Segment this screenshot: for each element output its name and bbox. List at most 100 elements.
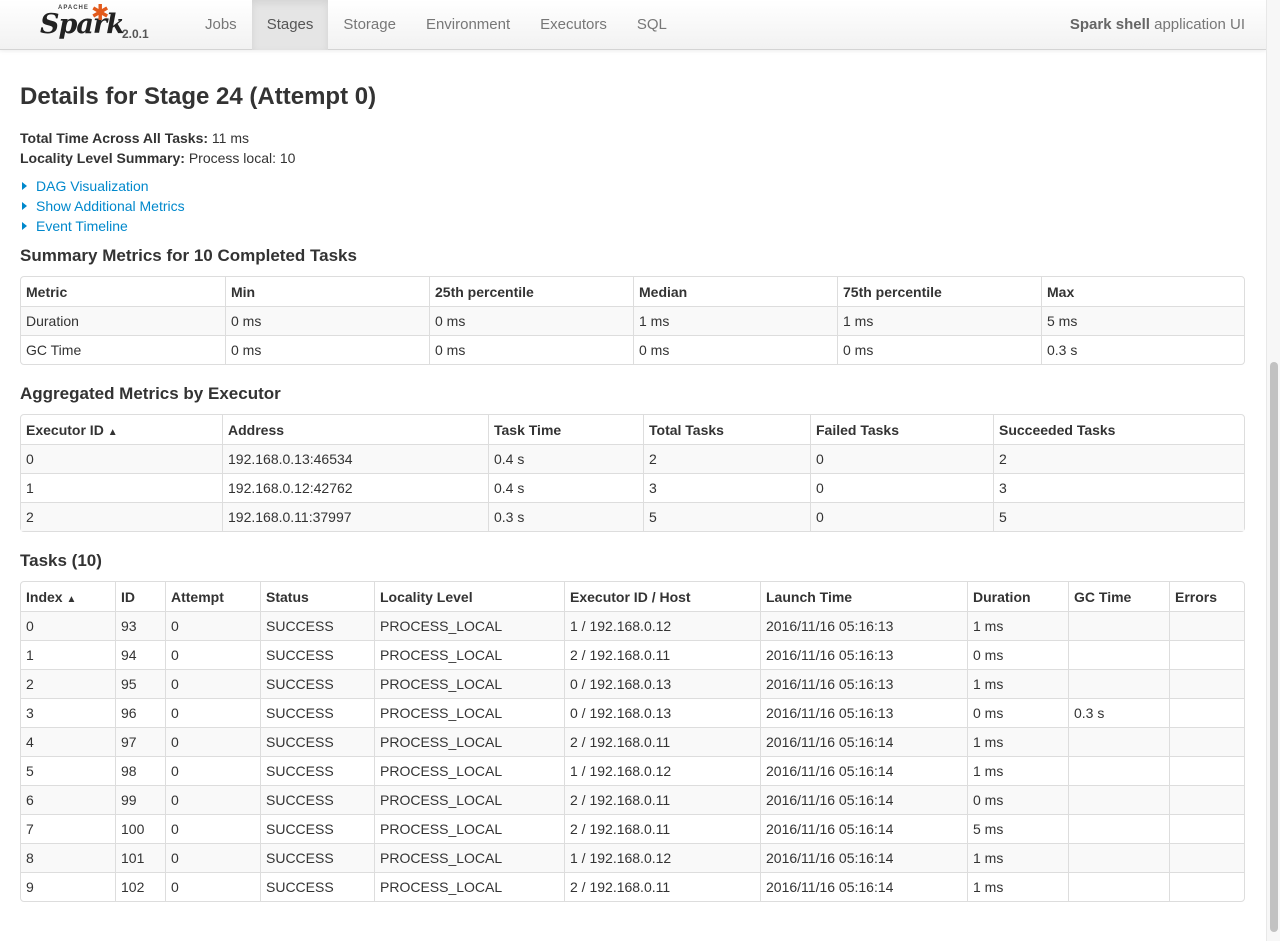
cell-locality-level: PROCESS_LOCAL [374,756,564,785]
column-header-executor-id-host[interactable]: Executor ID / Host [564,582,760,611]
column-header-label: Succeeded Tasks [999,421,1116,438]
cell-id: 94 [115,640,165,669]
cell-75th-percentile: 0 ms [837,335,1041,364]
column-header-label: Executor ID [26,421,104,438]
cell-executor-id-host: 2 / 192.168.0.11 [564,640,760,669]
cell-failed-tasks: 0 [810,502,993,531]
cell-min: 0 ms [225,306,429,335]
dag-visualization-toggle[interactable]: DAG Visualization [20,176,185,196]
column-header-max[interactable]: Max [1041,277,1244,306]
nav-tabs: Jobs Stages Storage Environment Executor… [190,0,682,50]
cell-failed-tasks: 0 [810,473,993,502]
cell-executor-id-host: 2 / 192.168.0.11 [564,872,760,901]
cell-errors [1169,611,1244,640]
column-header-total-tasks[interactable]: Total Tasks [643,415,810,444]
task-row: 1 94 0 SUCCESS PROCESS_LOCAL 2 / 192.168.0.11… [21,640,1244,669]
cell-errors [1169,698,1244,727]
cell-errors [1169,640,1244,669]
cell-attempt: 0 [165,669,260,698]
nav-tab-storage[interactable]: Storage [328,0,411,50]
column-header-75th-percentile[interactable]: 75th percentile [837,277,1041,306]
column-header-id[interactable]: ID [115,582,165,611]
task-row: 9 102 0 SUCCESS PROCESS_LOCAL 2 / 192.168.0.1… [21,872,1244,901]
column-header-launch-time[interactable]: Launch Time [760,582,967,611]
column-header-min[interactable]: Min [225,277,429,306]
cell-attempt: 0 [165,814,260,843]
column-header-index[interactable]: Index ▲ [21,582,115,611]
cell-succeeded-tasks: 5 [993,502,1244,531]
column-header-gc-time[interactable]: GC Time [1068,582,1169,611]
executor-metrics-title: Aggregated Metrics by Executor [20,384,281,403]
cell-errors [1169,814,1244,843]
nav-tab-stages[interactable]: Stages [251,0,329,50]
scrollbar-thumb[interactable] [1270,362,1278,932]
cell-executor-id-host: 2 / 192.168.0.11 [564,814,760,843]
column-header-label: Metric [26,283,68,300]
column-header-executor-id[interactable]: Executor ID ▲ [21,415,222,444]
column-header-label: Duration [973,588,1031,605]
nav-tab-sql[interactable]: SQL [622,0,682,50]
cell-median: 1 ms [633,306,837,335]
column-header-address[interactable]: Address [222,415,488,444]
cell-gc-time: 0.3 s [1068,698,1169,727]
cell-duration: 0 ms [967,785,1068,814]
column-header-duration[interactable]: Duration [967,582,1068,611]
cell-launch-time: 2016/11/16 05:16:13 [760,669,967,698]
cell-errors [1169,669,1244,698]
cell-status: SUCCESS [260,698,374,727]
cell-locality-level: PROCESS_LOCAL [374,640,564,669]
task-row: 3 96 0 SUCCESS PROCESS_LOCAL 0 / 192.168.0.13… [21,698,1244,727]
cell-attempt: 0 [165,698,260,727]
cell-max: 0.3 s [1041,335,1244,364]
nav-tab-jobs[interactable]: Jobs [190,0,252,50]
cell-status: SUCCESS [260,843,374,872]
spark-logo[interactable]: APACHE Spark ✱ 2.0.1 [36,0,166,50]
cell-attempt: 0 [165,727,260,756]
column-header-25th-percentile[interactable]: 25th percentile [429,277,633,306]
cell-executor-id-host: 1 / 192.168.0.12 [564,843,760,872]
column-header-status[interactable]: Status [260,582,374,611]
column-header-median[interactable]: Median [633,277,837,306]
cell-attempt: 0 [165,611,260,640]
cell-task-time: 0.3 s [488,502,643,531]
cell-id: 93 [115,611,165,640]
column-header-label: ID [121,588,135,605]
total-time-line: Total Time Across All Tasks: 11 ms [20,128,295,148]
cell-launch-time: 2016/11/16 05:16:13 [760,611,967,640]
column-header-label: Median [639,283,688,300]
vertical-scrollbar[interactable] [1266,0,1280,941]
column-header-task-time[interactable]: Task Time [488,415,643,444]
column-header-label: Max [1047,283,1075,300]
column-header-errors[interactable]: Errors [1169,582,1244,611]
cell-status: SUCCESS [260,669,374,698]
cell-duration: 1 ms [967,669,1068,698]
cell-total-tasks: 2 [643,444,810,473]
column-header-attempt[interactable]: Attempt [165,582,260,611]
column-header-metric[interactable]: Metric [21,277,225,306]
cell-id: 98 [115,756,165,785]
nav-tab-executors[interactable]: Executors [525,0,622,50]
total-time-label: Total Time Across All Tasks: [20,130,209,146]
cell-index: 2 [21,669,115,698]
cell-gc-time [1068,756,1169,785]
additional-metrics-toggle[interactable]: Show Additional Metrics [20,196,185,216]
tasks-title: Tasks (10) [20,551,102,570]
cell-launch-time: 2016/11/16 05:16:14 [760,814,967,843]
column-header-label: 25th percentile [435,283,534,300]
cell-errors [1169,872,1244,901]
cell-id: 95 [115,669,165,698]
cell-index: 3 [21,698,115,727]
column-header-label: Address [228,421,285,438]
column-header-failed-tasks[interactable]: Failed Tasks [810,415,993,444]
cell-id: 100 [115,814,165,843]
cell-attempt: 0 [165,843,260,872]
cell-launch-time: 2016/11/16 05:16:14 [760,872,967,901]
column-header-locality-level[interactable]: Locality Level [374,582,564,611]
executor-row: 0 192.168.0.13:46534 0.4 s202 [21,444,1244,473]
cell-median: 0 ms [633,335,837,364]
cell-status: SUCCESS [260,756,374,785]
column-header-succeeded-tasks[interactable]: Succeeded Tasks [993,415,1244,444]
cell-executor-id-host: 0 / 192.168.0.13 [564,669,760,698]
nav-tab-environment[interactable]: Environment [411,0,525,50]
event-timeline-toggle[interactable]: Event Timeline [20,216,185,236]
